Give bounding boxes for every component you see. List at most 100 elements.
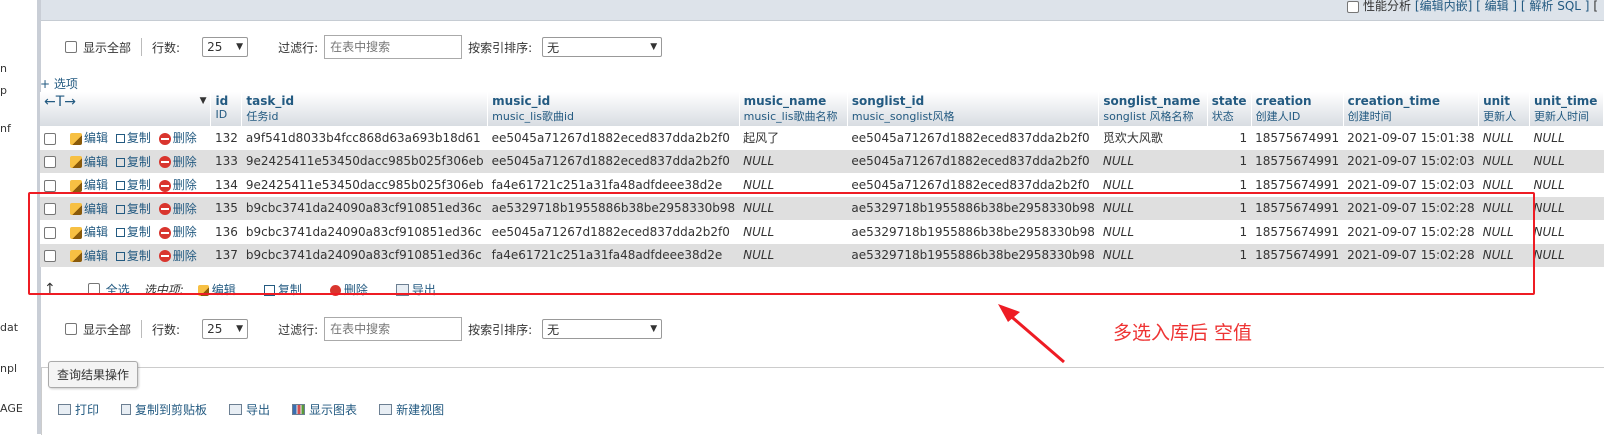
row-delete-button[interactable]: 删除	[158, 249, 197, 263]
cell-music-name[interactable]: NULL	[739, 173, 848, 197]
cell-id[interactable]: 137	[210, 243, 242, 267]
export-button[interactable]: 导出	[229, 401, 270, 418]
cell-songlist-name[interactable]: 觅欢大风歌	[1098, 126, 1208, 150]
row-copy-button[interactable]: 复制	[115, 155, 151, 169]
cell-songlist-name[interactable]: NULL	[1098, 243, 1208, 267]
cell-creation[interactable]: 18575674991	[1251, 149, 1344, 173]
cell-creation-time[interactable]: 2021-09-07 15:01:38	[1343, 126, 1479, 150]
cell-id[interactable]: 132	[210, 126, 242, 150]
row-delete-button[interactable]: 删除	[158, 225, 197, 239]
sidebar-fragment[interactable]: p	[0, 84, 7, 97]
cell-creation-time[interactable]: 2021-09-07 15:02:03	[1343, 173, 1479, 197]
copy-clipboard-button[interactable]: 复制到剪贴板	[121, 401, 207, 418]
cell-id[interactable]: 133	[210, 149, 242, 173]
cell-id[interactable]: 134	[210, 173, 242, 197]
col-header-songlist-id[interactable]: songlist_id music_songlist风格	[847, 92, 1100, 126]
cell-unit-time[interactable]: NULL	[1529, 173, 1604, 197]
cell-creation-time[interactable]: 2021-09-07 15:02:28	[1343, 243, 1479, 267]
col-header-unit-time[interactable]: unit_time 更新人时间	[1529, 92, 1604, 126]
row-edit-button[interactable]: 编辑	[70, 225, 108, 239]
sidebar-fragment[interactable]: npl	[0, 362, 17, 375]
edit-link[interactable]: [ 编辑 ]	[1476, 0, 1517, 13]
cell-songlist-id[interactable]: ee5045a71267d1882eced837dda2b2f0	[847, 126, 1099, 150]
row-copy-button[interactable]: 复制	[115, 131, 151, 145]
rows-select[interactable]: 25 ▼	[202, 37, 249, 57]
col-name[interactable]: state	[1212, 94, 1247, 108]
edit-inline-link[interactable]: [编辑内嵌]	[1415, 0, 1472, 13]
cell-task-id[interactable]: 9e2425411e53450dacc985b025f306eb	[241, 149, 488, 173]
col-header-state[interactable]: state 状态	[1207, 92, 1252, 126]
cell-unit[interactable]: NULL	[1478, 243, 1530, 267]
cell-music-name[interactable]: NULL	[739, 220, 848, 244]
cell-unit[interactable]: NULL	[1478, 220, 1530, 244]
col-header-music-id[interactable]: music_id music_lis歌曲id	[487, 92, 740, 126]
cell-music-id[interactable]: ee5045a71267d1882eced837dda2b2f0	[487, 149, 740, 173]
show-all-checkbox[interactable]	[65, 323, 77, 335]
row-delete-button[interactable]: 删除	[158, 155, 197, 169]
cell-state[interactable]: 1	[1207, 243, 1252, 267]
cell-music-id[interactable]: fa4e61721c251a31fa48adfdeee38d2e	[487, 243, 740, 267]
cell-songlist-name[interactable]: NULL	[1098, 220, 1208, 244]
cell-songlist-name[interactable]: NULL	[1098, 149, 1208, 173]
column-nav-arrows[interactable]: ←T→	[44, 94, 76, 110]
cell-task-id[interactable]: b9cbc3741da24090a83cf910851ed36c	[241, 243, 488, 267]
cell-unit[interactable]: NULL	[1478, 126, 1530, 150]
cell-unit-time[interactable]: NULL	[1529, 149, 1604, 173]
cell-songlist-name[interactable]: NULL	[1098, 196, 1208, 220]
col-header-music-name[interactable]: music_name music_lis歌曲名称	[739, 92, 848, 126]
cell-state[interactable]: 1	[1207, 220, 1252, 244]
col-name[interactable]: songlist_name	[1103, 94, 1200, 108]
cell-task-id[interactable]: 9e2425411e53450dacc985b025f306eb	[241, 173, 488, 197]
cell-songlist-id[interactable]: ae5329718b1955886b38be2958330b98	[847, 243, 1099, 267]
cell-task-id[interactable]: b9cbc3741da24090a83cf910851ed36c	[241, 196, 488, 220]
col-name[interactable]: creation	[1256, 94, 1312, 108]
cell-unit[interactable]: NULL	[1478, 149, 1530, 173]
col-header-id[interactable]: id ID	[210, 92, 243, 126]
col-name[interactable]: unit_time	[1534, 94, 1597, 108]
row-copy-button[interactable]: 复制	[115, 202, 151, 216]
row-edit-button[interactable]: 编辑	[70, 131, 108, 145]
filter-input[interactable]: 在表中搜索	[324, 317, 463, 341]
cell-music-id[interactable]: fa4e61721c251a31fa48adfdeee38d2e	[487, 173, 740, 197]
row-checkbox[interactable]	[44, 132, 56, 145]
cell-creation[interactable]: 18575674991	[1251, 220, 1344, 244]
sidebar-fragment[interactable]: AGE	[0, 402, 23, 415]
bulk-copy-button[interactable]: 复制	[263, 281, 316, 298]
cell-creation[interactable]: 18575674991	[1251, 243, 1344, 267]
col-header-task-id[interactable]: task_id 任务id	[241, 92, 489, 126]
cell-task-id[interactable]: a9f541d8033b4fcc868d63a693b18d61	[241, 126, 488, 150]
row-checkbox[interactable]	[44, 156, 56, 169]
show-chart-button[interactable]: 显示图表	[292, 401, 357, 418]
cell-creation[interactable]: 18575674991	[1251, 173, 1344, 197]
bulk-edit-button[interactable]: 编辑	[197, 281, 250, 298]
cell-unit[interactable]: NULL	[1478, 173, 1530, 197]
cell-unit-time[interactable]: NULL	[1529, 196, 1604, 220]
row-checkbox[interactable]	[44, 203, 56, 216]
sort-dropdown-icon[interactable]: ▼	[200, 96, 207, 106]
col-name[interactable]: creation_time	[1348, 94, 1440, 108]
cell-id[interactable]: 135	[210, 196, 242, 220]
cell-music-id[interactable]: ee5045a71267d1882eced837dda2b2f0	[487, 220, 740, 244]
sort-select[interactable]: 无 ▼	[542, 319, 663, 339]
row-edit-button[interactable]: 编辑	[70, 249, 108, 263]
sidebar-fragment[interactable]: nf	[0, 122, 11, 135]
cell-state[interactable]: 1	[1207, 173, 1252, 197]
cell-songlist-name[interactable]: NULL	[1098, 173, 1208, 197]
print-button[interactable]: 打印	[58, 401, 99, 418]
row-copy-button[interactable]: 复制	[115, 225, 151, 239]
sidebar-fragment[interactable]: dat	[0, 321, 18, 334]
rows-select[interactable]: 25 ▼	[202, 319, 249, 339]
cell-creation[interactable]: 18575674991	[1251, 126, 1344, 150]
row-copy-button[interactable]: 复制	[115, 249, 151, 263]
col-header-songlist-name[interactable]: songlist_name songlist 风格名称	[1098, 92, 1208, 126]
col-header-creation-time[interactable]: creation_time 创建时间	[1343, 92, 1480, 126]
sidebar-fragment[interactable]: n	[0, 62, 7, 75]
cell-songlist-id[interactable]: ee5045a71267d1882eced837dda2b2f0	[847, 173, 1099, 197]
cell-music-id[interactable]: ee5045a71267d1882eced837dda2b2f0	[487, 126, 740, 150]
col-header-unit[interactable]: unit 更新人	[1478, 92, 1531, 126]
profiling-checkbox[interactable]	[1347, 0, 1360, 13]
cell-task-id[interactable]: b9cbc3741da24090a83cf910851ed36c	[241, 220, 488, 244]
cell-unit-time[interactable]: NULL	[1529, 126, 1604, 150]
col-name[interactable]: songlist_id	[852, 94, 924, 108]
cell-songlist-id[interactable]: ee5045a71267d1882eced837dda2b2f0	[847, 149, 1099, 173]
